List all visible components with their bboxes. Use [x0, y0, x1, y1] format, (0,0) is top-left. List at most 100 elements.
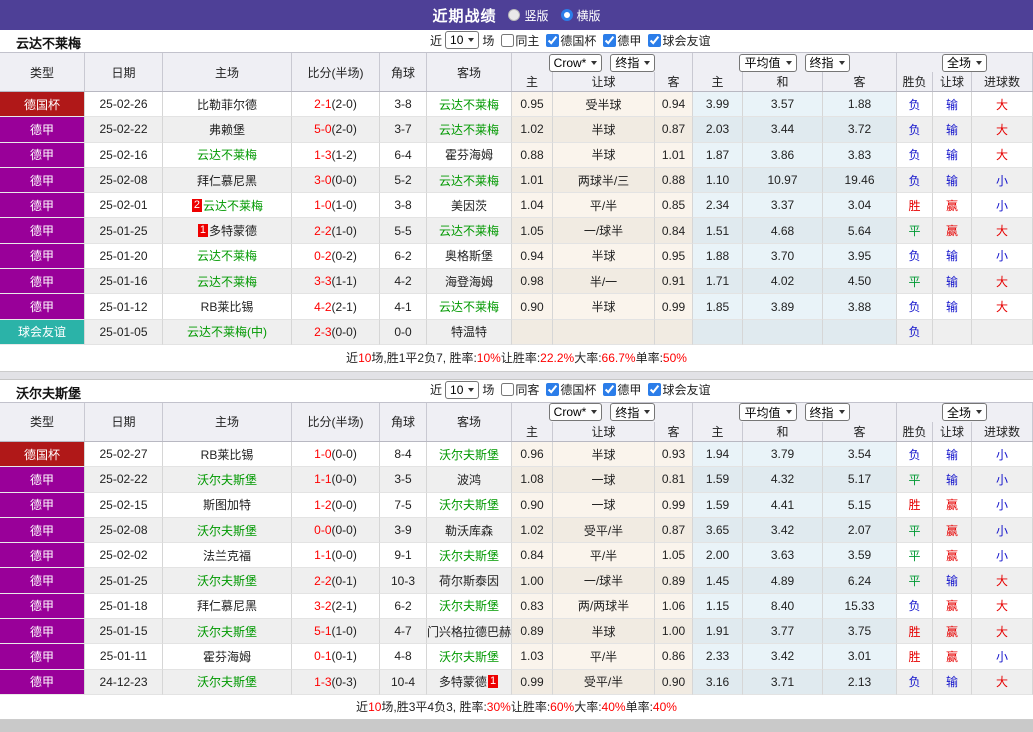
checkbox[interactable]	[603, 34, 616, 47]
result-cell: 胜	[897, 193, 933, 218]
away-team: 多特蒙德1	[427, 670, 512, 695]
home-team: 弗赖堡	[163, 117, 292, 142]
home-team: 沃尔夫斯堡	[163, 568, 292, 593]
full-time-score: 5-1	[314, 624, 331, 638]
same-away-checkbox[interactable]: 同客	[497, 381, 539, 398]
checkbox[interactable]	[648, 34, 661, 47]
scope-select[interactable]: 全场	[942, 54, 987, 72]
filter-checkbox-friendly[interactable]: 球会友谊	[644, 32, 710, 49]
odds-handicap: 平/半	[553, 543, 655, 568]
match-count-select[interactable]: 10	[445, 381, 479, 399]
result-cell: 负	[897, 320, 933, 345]
match-score: 5-1(1-0)	[292, 619, 380, 644]
checkbox[interactable]	[501, 34, 514, 47]
match-date: 24-12-23	[85, 670, 163, 695]
team-label: 沃尔夫斯堡	[197, 572, 257, 589]
avg-draw: 3.86	[743, 143, 823, 168]
result-cell: 胜	[897, 619, 933, 644]
result-cell: 负	[897, 244, 933, 269]
radio-icon[interactable]	[508, 9, 520, 21]
checkbox[interactable]	[648, 383, 661, 396]
summary-segment: 60%	[550, 700, 574, 714]
avg-home: 1.15	[693, 594, 743, 619]
match-rows: 德国杯25-02-26比勒菲尔德2-1(2-0)3-8云达不莱梅0.95受半球0…	[0, 92, 1033, 345]
odds-handicap: 受半球	[553, 92, 655, 117]
avg-away: 3.59	[823, 543, 897, 568]
corner-score: 6-4	[380, 143, 427, 168]
avg-draw: 4.89	[743, 568, 823, 593]
chevron-down-icon	[786, 410, 792, 414]
checkbox[interactable]	[546, 34, 559, 47]
filter-checkbox-friendly[interactable]: 球会友谊	[644, 381, 710, 398]
average-select[interactable]: 平均值	[739, 54, 796, 72]
result-cell: 平	[897, 269, 933, 294]
away-team: 沃尔夫斯堡	[427, 594, 512, 619]
avg-draw: 3.44	[743, 117, 823, 142]
col-header-avg-away: 客	[823, 72, 897, 91]
avg-home: 1.59	[693, 467, 743, 492]
same-home-checkbox[interactable]: 同主	[497, 32, 539, 49]
filter-checkbox-bundesliga[interactable]: 德甲	[599, 32, 641, 49]
col-header-date: 日期	[85, 403, 163, 441]
avg-draw: 3.77	[743, 619, 823, 644]
checkbox[interactable]	[603, 383, 616, 396]
home-team: 1多特蒙德	[163, 218, 292, 243]
match-score: 3-2(2-1)	[292, 594, 380, 619]
final-odds-select-2[interactable]: 终指	[805, 403, 850, 421]
goals-cell: 大	[972, 117, 1033, 142]
checkbox[interactable]	[501, 383, 514, 396]
league-type-badge: 德甲	[0, 594, 85, 619]
match-row: 德甲25-02-22弗赖堡5-0(2-0)3-7云达不莱梅1.02半球0.872…	[0, 117, 1033, 142]
away-team: 波鸿	[427, 467, 512, 492]
avg-away: 3.72	[823, 117, 897, 142]
final-odds-select[interactable]: 终指	[610, 403, 655, 421]
odds-handicap: 平/半	[553, 644, 655, 669]
layout-radio-vertical[interactable]: 竖版	[508, 7, 548, 24]
league-type-badge: 德甲	[0, 269, 85, 294]
corner-score: 9-1	[380, 543, 427, 568]
match-score: 1-1(0-0)	[292, 467, 380, 492]
avg-away: 5.64	[823, 218, 897, 243]
filter-checkbox-cup[interactable]: 德国杯	[542, 32, 596, 49]
filter-checkbox-bundesliga[interactable]: 德甲	[599, 381, 641, 398]
filter-checkbox-cup[interactable]: 德国杯	[542, 381, 596, 398]
final-odds-select[interactable]: 终指	[610, 54, 655, 72]
match-count-select[interactable]: 10	[445, 31, 479, 49]
page-title: 近期战绩	[432, 5, 496, 26]
col-header-avg-away: 客	[823, 422, 897, 441]
odds-handicap: 半球	[553, 294, 655, 319]
scope-select[interactable]: 全场	[942, 403, 987, 421]
match-row: 德甲25-01-12RB莱比锡4-2(2-1)4-1云达不莱梅0.90半球0.9…	[0, 294, 1033, 319]
avg-away: 15.33	[823, 594, 897, 619]
match-row: 德甲25-02-02法兰克福1-1(0-0)9-1沃尔夫斯堡0.84平/半1.0…	[0, 543, 1033, 568]
avg-away: 3.83	[823, 143, 897, 168]
result-cell: 负	[897, 594, 933, 619]
final-odds-select-2[interactable]: 终指	[805, 54, 850, 72]
match-date: 25-02-22	[85, 467, 163, 492]
avg-away: 3.54	[823, 442, 897, 467]
bookmaker-select[interactable]: Crow*	[549, 403, 603, 421]
odds-home: 0.94	[512, 244, 553, 269]
odds-handicap: 受平/半	[553, 670, 655, 695]
result-cell: 平	[897, 218, 933, 243]
avg-home: 2.03	[693, 117, 743, 142]
odds-home: 0.84	[512, 543, 553, 568]
odds-home: 0.95	[512, 92, 553, 117]
team-label: 沃尔夫斯堡	[197, 471, 257, 488]
radio-checked-icon[interactable]	[561, 9, 573, 21]
half-time-score: (1-0)	[332, 624, 357, 638]
summary-segment: 大率:	[574, 349, 601, 366]
bookmaker-select[interactable]: Crow*	[549, 54, 603, 72]
team-label: 云达不莱梅	[439, 96, 499, 113]
avg-home: 3.16	[693, 670, 743, 695]
average-select[interactable]: 平均值	[739, 403, 796, 421]
avg-away: 3.95	[823, 244, 897, 269]
match-date: 25-02-22	[85, 117, 163, 142]
summary-segment: 30%	[487, 700, 511, 714]
home-team: 2云达不莱梅	[163, 193, 292, 218]
layout-radio-horizontal[interactable]: 横版	[561, 7, 601, 24]
team-label: 波鸿	[457, 471, 481, 488]
away-team: 沃尔夫斯堡	[427, 644, 512, 669]
half-time-score: (2-0)	[332, 97, 357, 111]
checkbox[interactable]	[546, 383, 559, 396]
